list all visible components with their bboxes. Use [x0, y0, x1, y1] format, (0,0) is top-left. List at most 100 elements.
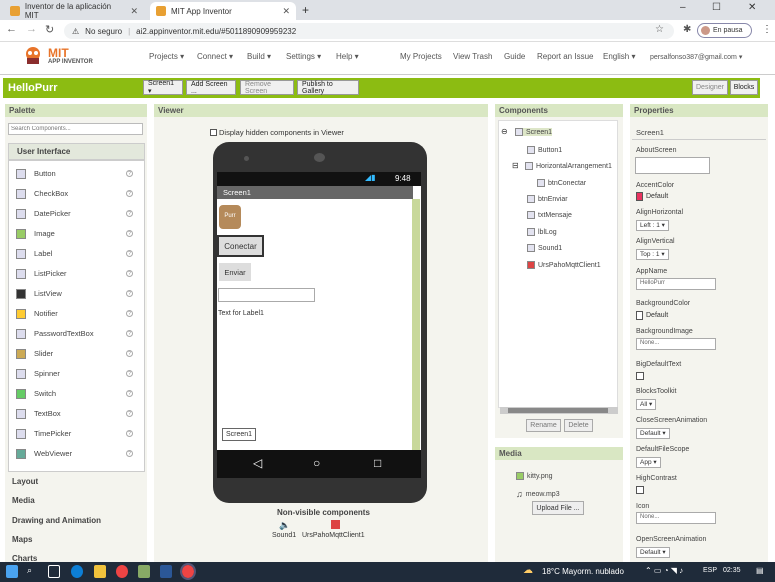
media-file-kitty[interactable]: kitty.png: [516, 472, 553, 480]
maximize-button[interactable]: ☐: [712, 2, 721, 13]
browser-tab-2[interactable]: MIT App Inventor ✕: [150, 2, 296, 20]
checkbox[interactable]: [210, 129, 217, 136]
category-maps[interactable]: Maps: [12, 535, 32, 544]
close-tab-icon[interactable]: ✕: [282, 6, 290, 17]
weather-icon[interactable]: ☁: [523, 565, 533, 576]
palette-item-textbox[interactable]: TextBox?: [10, 405, 133, 422]
new-tab-button[interactable]: +: [302, 3, 309, 17]
appname-input[interactable]: HelloPurr: [636, 278, 716, 290]
help-icon[interactable]: ?: [126, 190, 133, 197]
palette-item-label[interactable]: Label?: [10, 245, 133, 262]
link-view-trash[interactable]: View Trash: [453, 52, 492, 61]
palette-item-datepicker[interactable]: DatePicker?: [10, 205, 133, 222]
nav-back-icon[interactable]: ◁: [253, 456, 262, 470]
remove-screen-button[interactable]: Remove Screen: [240, 80, 294, 95]
category-drawing[interactable]: Drawing and Animation: [12, 516, 101, 525]
help-icon[interactable]: ?: [126, 390, 133, 397]
palette-item-timepicker[interactable]: TimePicker?: [10, 425, 133, 442]
palette-item-spinner[interactable]: Spinner?: [10, 365, 133, 382]
palette-item-passwordtextbox[interactable]: PasswordTextBox?: [10, 325, 133, 342]
menu-build[interactable]: Build ▾: [247, 52, 271, 61]
forward-icon[interactable]: →: [26, 23, 37, 35]
link-guide[interactable]: Guide: [504, 52, 525, 61]
language-select[interactable]: English ▾: [603, 52, 635, 61]
palette-item-webviewer[interactable]: WebViewer?: [10, 445, 133, 462]
palette-item-listpicker[interactable]: ListPicker?: [10, 265, 133, 282]
weather-text[interactable]: 18°C Mayorm. nublado: [542, 567, 624, 576]
open-animation-select[interactable]: Default ▾: [636, 547, 670, 558]
close-window-button[interactable]: ✕: [748, 2, 756, 13]
contrast-checkbox[interactable]: [636, 486, 644, 494]
palette-item-notifier[interactable]: Notifier?: [10, 305, 133, 322]
file-explorer-icon[interactable]: [94, 565, 106, 578]
notifications-icon[interactable]: ▤: [756, 566, 764, 575]
extensions-icon[interactable]: ✱: [683, 24, 691, 35]
screen-scrollbar[interactable]: [412, 199, 420, 450]
back-icon[interactable]: ←: [6, 23, 17, 35]
tree-sound1[interactable]: Sound1: [527, 244, 562, 252]
screen1-button[interactable]: Screen1: [222, 428, 256, 441]
task-view-icon[interactable]: [48, 565, 60, 578]
help-icon[interactable]: ?: [126, 410, 133, 417]
app-icon[interactable]: [138, 565, 150, 578]
menu-settings[interactable]: Settings ▾: [286, 52, 321, 61]
profile-button[interactable]: En pausa: [697, 23, 752, 38]
menu-help[interactable]: Help ▾: [336, 52, 359, 61]
palette-item-slider[interactable]: Slider?: [10, 345, 133, 362]
palette-item-image[interactable]: Image?: [10, 225, 133, 242]
help-icon[interactable]: ?: [126, 250, 133, 257]
txt-mensaje-input[interactable]: [218, 288, 315, 302]
chrome-icon[interactable]: [116, 565, 128, 578]
tree-screen1[interactable]: Screen1: [515, 128, 553, 136]
help-icon[interactable]: ?: [126, 210, 133, 217]
kitty-image[interactable]: Purr: [219, 205, 241, 229]
mit-logo-icon[interactable]: [22, 46, 44, 66]
nav-recent-icon[interactable]: □: [374, 456, 381, 470]
menu-projects[interactable]: Projects ▾: [149, 52, 184, 61]
tree-lbllog[interactable]: lblLog: [527, 228, 557, 236]
tree-horizontalarrangement1[interactable]: HorizontalArrangement1: [525, 162, 612, 170]
tree-txtmensaje[interactable]: txtMensaje: [527, 211, 572, 219]
hidden-components-toggle[interactable]: Display hidden components in Viewer: [210, 128, 344, 137]
help-icon[interactable]: ?: [126, 430, 133, 437]
help-icon[interactable]: ?: [126, 230, 133, 237]
delete-button[interactable]: Delete: [564, 419, 593, 432]
search-icon[interactable]: ⌕: [27, 565, 39, 578]
sound-icon[interactable]: 🔈: [279, 520, 290, 531]
btn-conectar[interactable]: Conectar: [217, 235, 264, 257]
bigtext-checkbox[interactable]: [636, 372, 644, 380]
btn-enviar[interactable]: Enviar: [219, 263, 251, 281]
scrollbar-thumb[interactable]: [508, 408, 608, 413]
align-vertical-select[interactable]: Top : 1 ▾: [636, 249, 669, 260]
chrome-active-icon[interactable]: [180, 563, 196, 580]
close-animation-select[interactable]: Default ▾: [636, 428, 670, 439]
help-icon[interactable]: ?: [126, 450, 133, 457]
bgimage-picker[interactable]: None...: [636, 338, 716, 350]
add-screen-button[interactable]: Add Screen ...: [186, 80, 236, 95]
palette-item-listview[interactable]: ListView?: [10, 285, 133, 302]
browser-tab-1[interactable]: Inventor de la aplicación MIT ✕: [4, 2, 144, 20]
palette-item-checkbox[interactable]: CheckBox?: [10, 185, 133, 202]
tray-icons[interactable]: ⌃ ▭ ◔ ◥ ♪: [645, 566, 683, 575]
palette-item-button[interactable]: Button?: [10, 165, 133, 182]
about-screen-textarea[interactable]: [635, 157, 710, 174]
help-icon[interactable]: ?: [126, 310, 133, 317]
filescope-select[interactable]: App ▾: [636, 457, 661, 468]
tree-urspahomqttclient1[interactable]: UrsPahoMqttClient1: [527, 261, 601, 269]
help-icon[interactable]: ?: [126, 370, 133, 377]
media-file-meow[interactable]: ♫ meow.mp3: [516, 489, 560, 499]
blocks-toolkit-select[interactable]: All ▾: [636, 399, 657, 410]
screen-select[interactable]: Screen1 ▾: [143, 80, 183, 95]
tree-btnconectar[interactable]: btnConectar: [537, 179, 586, 187]
word-icon[interactable]: [160, 565, 172, 578]
reload-icon[interactable]: ↻: [45, 23, 54, 36]
language-indicator[interactable]: ESP: [703, 567, 717, 574]
windows-start-icon[interactable]: [6, 565, 18, 578]
url-input[interactable]: ⚠ No seguro | ai2.appinventor.mit.edu/#5…: [64, 23, 674, 39]
clock[interactable]: 02:35: [723, 567, 741, 574]
link-my-projects[interactable]: My Projects: [400, 52, 442, 61]
designer-button[interactable]: Designer: [692, 80, 728, 95]
rename-button[interactable]: Rename: [526, 419, 561, 432]
menu-dots-icon[interactable]: ⋮: [762, 24, 772, 35]
menu-connect[interactable]: Connect ▾: [197, 52, 233, 61]
